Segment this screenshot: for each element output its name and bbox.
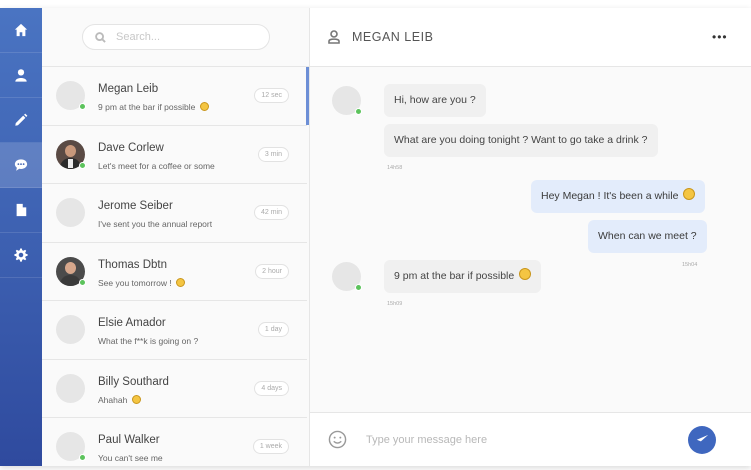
message-timestamp: 15h09 [387,301,403,307]
last-message-preview: You can't see me [98,453,163,463]
avatar [56,198,85,227]
conversation-item-elsie-amador[interactable]: Elsie Amador What the f**k is going on ?… [42,301,307,360]
conversation-item-billy-southard[interactable]: Billy Southard Ahahah 4 days [42,360,307,418]
chat-contact-name: MEGAN LEIB [352,30,434,44]
smiley-emoji-icon [176,277,186,287]
online-status-dot [79,454,86,461]
more-options-button[interactable]: ••• [712,31,728,43]
time-badge: 2 hour [255,263,289,279]
last-message-text: See you tomorrow ! [98,277,172,288]
contact-name: Billy Southard [98,375,169,388]
chat-app-window: Megan Leib 9 pm at the bar if possible 1… [0,8,751,466]
online-status-dot [355,284,362,291]
online-status-dot [79,103,86,110]
contact-name: Thomas Dbtn [98,258,168,271]
message-timestamp: 14h58 [387,165,403,171]
conversation-list: Megan Leib 9 pm at the bar if possible 1… [42,8,310,466]
chat-header: MEGAN LEIB ••• [310,8,751,67]
laughing-emoji-icon [131,394,141,404]
document-icon [16,203,27,217]
message-incoming: 9 pm at the bar if possible [384,260,542,293]
message-outgoing: When can we meet ? [588,220,707,253]
message-timestamp: 15h04 [682,262,698,268]
message-input[interactable] [366,431,666,449]
avatar [56,315,85,344]
user-icon [15,69,27,82]
nav-item-messages[interactable] [0,143,42,188]
time-badge: 42 min [253,205,289,220]
smiley-emoji-icon [519,268,532,280]
time-badge: 1 day [257,322,289,337]
pencil-icon [15,113,28,126]
emoji-picker-icon[interactable] [328,430,347,449]
last-message-preview: See you tomorrow ! [98,277,186,288]
message-incoming: Hi, how are you ? [384,84,486,117]
last-message-preview: Let's meet for a coffee or some [98,160,215,171]
online-status-dot [355,108,362,115]
message-incoming: What are you doing tonight ? Want to go … [384,124,658,157]
last-message-preview: I've sent you the annual report [98,219,213,229]
message-outgoing: Hey Megan ! It's been a while [531,180,706,213]
last-message-preview: 9 pm at the bar if possible [98,102,209,112]
smiley-emoji-icon [199,102,209,111]
contact-name: Megan Leib [98,83,159,95]
message-composer [310,412,751,466]
smiley-emoji-icon [683,188,696,200]
contact-name: Elsie Amador [98,317,166,329]
send-icon [696,434,708,446]
nav-item-home[interactable] [0,8,42,53]
time-badge: 4 days [254,380,289,396]
search-box[interactable] [82,24,270,50]
avatar [56,373,85,403]
time-badge: 1 week [252,439,289,454]
last-message-preview: Ahahah [98,394,141,405]
search-icon [95,31,106,43]
conversation-item-megan-leib[interactable]: Megan Leib 9 pm at the bar if possible 1… [42,67,307,126]
nav-item-compose[interactable] [0,98,42,143]
message-avatar [332,86,362,115]
send-button[interactable] [688,426,716,454]
online-status-dot [79,161,86,169]
search-bar [42,8,309,67]
nav-item-settings[interactable] [0,233,42,278]
contact-name: Dave Corlew [98,141,164,154]
nav-rail [0,8,42,466]
nav-item-profile[interactable] [0,53,42,98]
conversation-item-dave-corlew[interactable]: Dave Corlew Let's meet for a coffee or s… [42,126,307,184]
message-text: 9 pm at the bar if possible [394,270,515,282]
chat-icon [14,159,28,171]
chat-panel: MEGAN LEIB ••• Hi, how are you ? What ar… [310,8,751,466]
last-message-preview: What the f**k is going on ? [98,336,199,346]
conversation-item-paul-walker[interactable]: Paul Walker You can't see me 1 week [42,418,307,466]
search-input[interactable] [116,31,256,43]
home-icon [14,23,28,37]
last-message-text: Ahahah [98,394,128,405]
conversation-item-jerome-seiber[interactable]: Jerome Seiber I've sent you the annual r… [42,184,307,243]
gear-icon [14,248,28,262]
time-badge: 3 min [257,146,289,162]
nav-item-documents[interactable] [0,188,42,233]
contact-name: Paul Walker [98,434,160,446]
message-text: Hey Megan ! It's been a while [541,190,679,202]
last-message-text: 9 pm at the bar if possible [98,102,196,112]
user-icon [328,30,340,44]
time-badge: 12 sec [254,88,289,103]
conversation-item-thomas-dbtn[interactable]: Thomas Dbtn See you tomorrow ! 2 hour [42,243,307,301]
contact-name: Jerome Seiber [98,200,173,212]
message-avatar [332,262,362,291]
online-status-dot [79,278,86,286]
